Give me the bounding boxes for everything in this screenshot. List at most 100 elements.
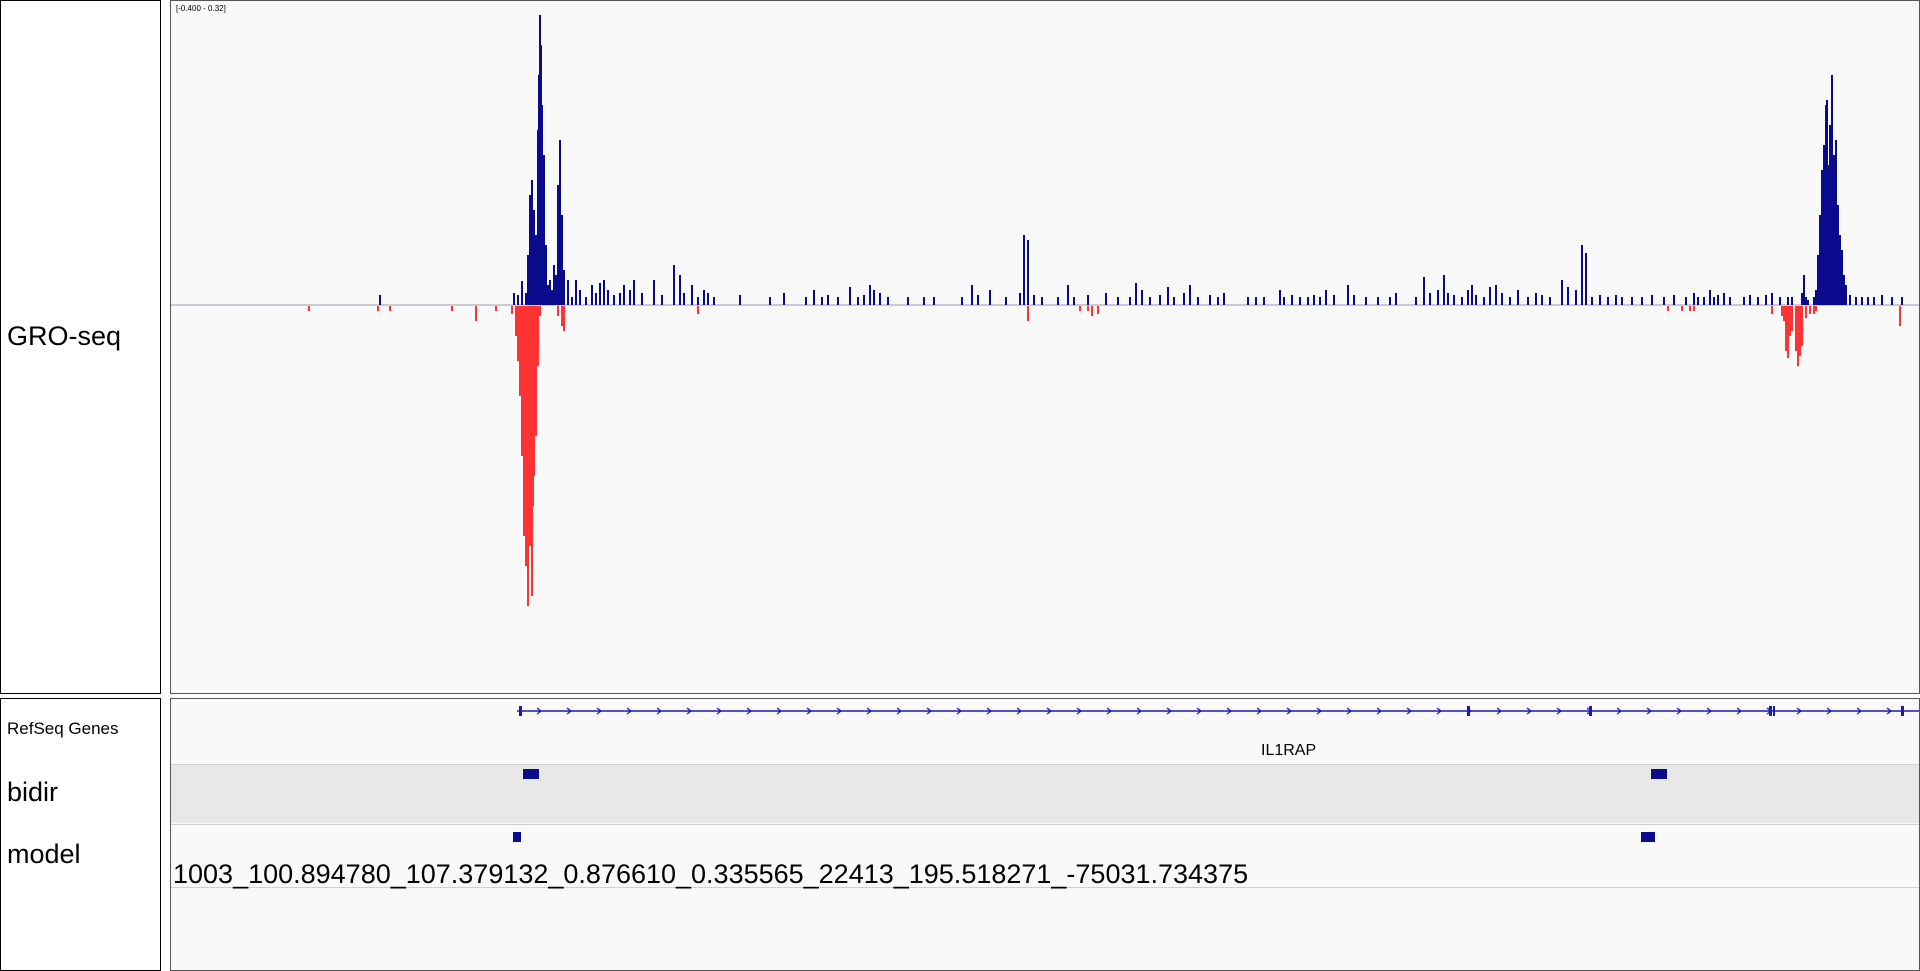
- pos-signal-bar: [977, 295, 979, 305]
- bidir-track-name[interactable]: bidir: [7, 777, 58, 808]
- pos-signal-bar: [1005, 297, 1007, 305]
- neg-signal-bar: [527, 306, 529, 606]
- pos-signal-bar: [1149, 297, 1151, 305]
- pos-signal-bar: [879, 293, 881, 305]
- pos-signal-bar: [1347, 285, 1349, 305]
- neg-signal-bar: [697, 306, 699, 314]
- pos-signal-bar: [661, 295, 663, 305]
- bidir-feature: [1651, 769, 1667, 779]
- pos-signal-bar: [1197, 297, 1199, 305]
- pos-signal-bar: [533, 210, 535, 305]
- pos-signal-bar: [1765, 295, 1767, 305]
- pos-signal-bar: [607, 290, 609, 305]
- pos-signal-bar: [1313, 295, 1315, 305]
- pos-signal-bar: [1845, 285, 1847, 305]
- bidir-features: [523, 769, 1667, 779]
- pos-signal-bar: [525, 293, 527, 305]
- pos-signal-bar: [619, 293, 621, 305]
- pos-signal-bar: [1823, 145, 1825, 305]
- pos-signal-bar: [575, 280, 577, 305]
- pos-signal-bar: [1333, 295, 1335, 305]
- pos-signal-bar: [1631, 297, 1633, 305]
- pos-signal-bar: [653, 280, 655, 305]
- pos-signal-bar: [1541, 295, 1543, 305]
- neg-signal-bar: [517, 306, 519, 361]
- pos-signal-bar: [1365, 297, 1367, 305]
- annotation-data-panel[interactable]: IL1RAP 1003_100.894780_107.379132_0.8766…: [170, 698, 1920, 971]
- pos-signal-bar: [827, 295, 829, 305]
- pos-signal-bar: [1437, 290, 1439, 305]
- pos-signal-bar: [1803, 275, 1805, 305]
- neg-signal-bar: [495, 306, 497, 311]
- model-feature: [513, 832, 521, 842]
- pos-signal-bar: [1443, 275, 1445, 305]
- pos-signal-bar: [1495, 285, 1497, 305]
- pos-signal-bar: [1615, 295, 1617, 305]
- pos-signal-bar: [1843, 275, 1845, 305]
- pos-signal-bar: [595, 293, 597, 305]
- pos-signal-bar: [1461, 297, 1463, 305]
- pos-signal-bar: [1757, 297, 1759, 305]
- pos-signal-bar: [1467, 290, 1469, 305]
- gene-exon: [1467, 706, 1470, 716]
- pos-signal-bar: [1607, 297, 1609, 305]
- gene-exon: [1901, 706, 1904, 716]
- pos-signal-bar: [813, 290, 815, 305]
- neg-signal-bar: [1781, 306, 1783, 316]
- annotation-features-plot[interactable]: [171, 699, 1920, 971]
- pos-signal-bar: [1831, 75, 1833, 305]
- pos-signal-bar: [1263, 297, 1265, 305]
- model-feature: [1641, 832, 1655, 842]
- pos-signal-bar: [603, 280, 605, 305]
- pos-signal-bar: [1027, 240, 1029, 305]
- neg-signal-bar: [1813, 306, 1815, 314]
- neg-signal-bar: [539, 306, 541, 316]
- pos-signal-bar: [1861, 297, 1863, 305]
- pos-signal-bar: [379, 295, 381, 305]
- pos-signal-bar: [1867, 297, 1869, 305]
- neg-signal-bar: [519, 306, 521, 396]
- pos-signal-bar: [549, 280, 551, 305]
- neg-signal-bar: [1815, 306, 1817, 311]
- annotation-name-panel: RefSeq Genes bidir model: [0, 698, 161, 971]
- neg-signal-bar: [535, 306, 537, 436]
- pos-signal-bar: [1829, 125, 1831, 305]
- pos-signal-bar: [1395, 293, 1397, 305]
- pos-signal-bar: [683, 293, 685, 305]
- pos-signal-bar: [849, 287, 851, 305]
- pos-signal-bar: [933, 297, 935, 305]
- pos-signal-bar: [585, 297, 587, 305]
- groseq-track-name[interactable]: GRO-seq: [7, 321, 121, 352]
- pos-signal-bar: [1703, 297, 1705, 305]
- pos-signal-bar: [923, 297, 925, 305]
- pos-signal-bar: [1377, 297, 1379, 305]
- pos-signal-bar: [1087, 295, 1089, 305]
- pos-signal-bar: [1821, 170, 1823, 305]
- pos-signal-bar: [1105, 293, 1107, 305]
- pos-signal-bar: [1471, 285, 1473, 305]
- pos-signal-bar: [567, 280, 569, 305]
- pos-signal-bar: [571, 297, 573, 305]
- neg-signal-bar: [1785, 306, 1787, 351]
- pos-signal-bar: [1535, 293, 1537, 305]
- neg-signal-bar: [1791, 306, 1793, 331]
- pos-signal-bar: [1791, 297, 1793, 305]
- pos-signal-bar: [1827, 165, 1829, 305]
- neg-signal-bar: [511, 306, 513, 314]
- pos-signal-bar: [1509, 297, 1511, 305]
- gene-label[interactable]: IL1RAP: [1261, 742, 1316, 760]
- neg-signal-bar: [537, 306, 539, 366]
- pos-signal-bar: [1141, 290, 1143, 305]
- negative-strand-bars: [308, 306, 1901, 606]
- refseq-track-name[interactable]: RefSeq Genes: [7, 719, 119, 739]
- pos-signal-bar: [1209, 295, 1211, 305]
- pos-signal-bar: [971, 285, 973, 305]
- pos-signal-bar: [1279, 290, 1281, 305]
- pos-signal-bar: [1801, 293, 1803, 305]
- groseq-signal-plot[interactable]: [171, 1, 1920, 694]
- pos-signal-bar: [739, 295, 741, 305]
- groseq-data-panel[interactable]: [-0.400 - 0.32]: [170, 0, 1920, 694]
- model-track-name[interactable]: model: [7, 839, 81, 870]
- neg-signal-bar: [515, 306, 517, 336]
- gene-exon: [519, 706, 522, 716]
